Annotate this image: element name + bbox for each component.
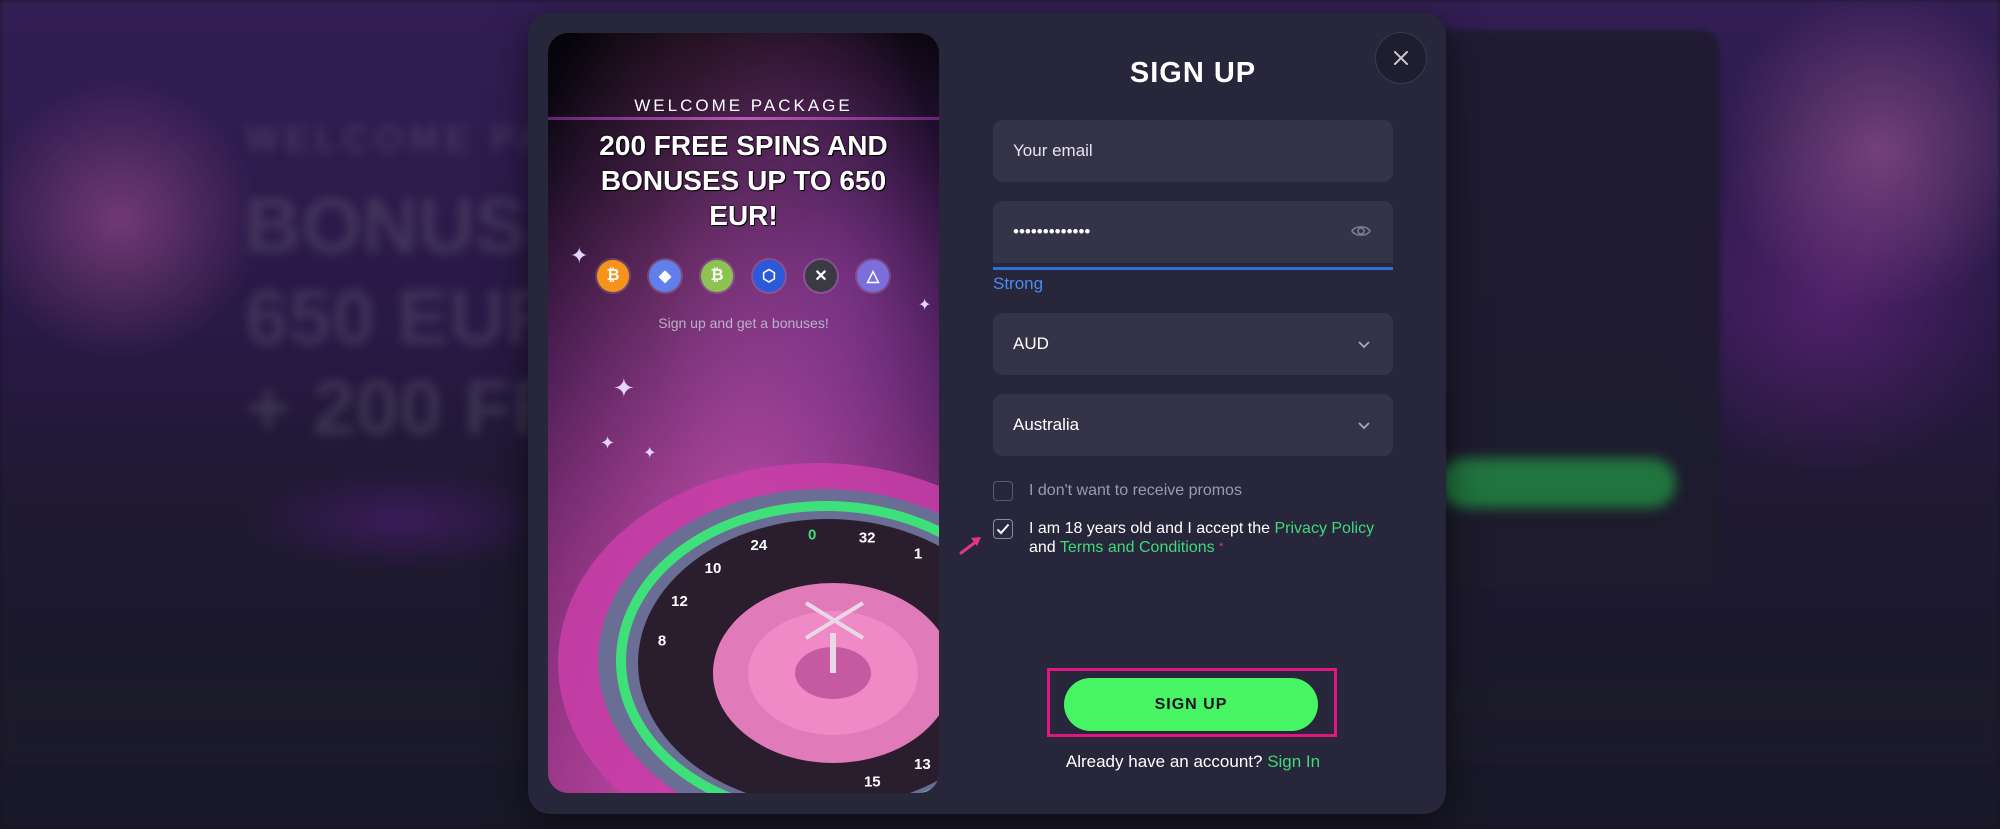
sparkle-icon: ✦ [918,297,932,314]
bitcoin-cash-icon: ₿ [701,260,733,292]
promo-caption: Sign up and get a bonuses! [658,315,829,331]
currency-value: AUD [1013,334,1049,353]
roulette-number: 24 [751,537,768,554]
signin-prompt: Already have an account? Sign In [993,752,1393,772]
email-input[interactable] [1013,141,1373,161]
tron-icon: △ [857,260,889,292]
chainlink-icon: ⬡ [753,260,785,292]
roulette-number: 15 [864,774,881,791]
promo-subtitle: WELCOME PACKAGE [634,96,853,115]
promo-title: 200 FREE SPINS AND BONUSES UP TO 650 EUR… [599,130,888,231]
promos-opt-out-row: I don't want to receive promos [993,481,1393,501]
roulette-wheel-image: 81210240321194212371315 [558,463,939,793]
promo-divider [548,117,939,120]
roulette-number: 32 [859,530,876,547]
age-terms-text-part: and [1029,539,1060,556]
roulette-number: 13 [914,756,931,773]
currency-select[interactable]: AUD [993,313,1393,375]
country-select[interactable]: Australia [993,394,1393,456]
signup-modal: WELCOME PACKAGE 200 FREE SPINS AND BONUS… [528,13,1446,814]
age-terms-checkbox[interactable] [993,519,1013,539]
roulette-number: 12 [671,593,688,610]
eye-icon[interactable] [1351,223,1371,239]
sparkle-icon: ✦ [613,373,635,403]
email-field[interactable] [993,120,1393,182]
crypto-coins-row: ₿ ◆ ₿ ⬡ ✕ △ [597,260,889,294]
bitcoin-icon: ₿ [597,260,629,292]
promos-checkbox[interactable] [993,481,1013,501]
privacy-policy-link[interactable]: Privacy Policy [1274,520,1374,537]
roulette-number: 1 [914,546,922,563]
close-icon [1394,51,1408,65]
roulette-number: 0 [808,527,816,544]
sparkle-icon: ✦ [570,243,589,268]
age-terms-text-part: I am 18 years old and I accept the [1029,520,1275,537]
promos-checkbox-label: I don't want to receive promos [1029,482,1242,499]
roulette-number: 8 [658,632,666,649]
age-terms-text: I am 18 years old and I accept the Priva… [1029,519,1374,557]
chevron-down-icon [1358,422,1370,430]
required-mark: * [1219,541,1224,553]
password-field[interactable]: ••••••••••••• [993,201,1393,263]
terms-conditions-link[interactable]: Terms and Conditions [1060,539,1215,556]
arrow-pointer-icon [959,537,981,555]
country-value: Australia [1013,415,1080,434]
password-strength-label: Strong [993,274,1044,293]
form-title: SIGN UP [1129,57,1257,89]
age-terms-row: I am 18 years old and I accept the Priva… [993,519,1393,557]
chevron-down-icon [1358,341,1370,349]
password-strength-bar [993,267,1393,270]
signin-prompt-text: Already have an account? [1065,752,1268,771]
roulette-number: 10 [705,560,722,577]
check-icon [996,523,1010,535]
password-value[interactable]: ••••••••••••• [1013,222,1090,242]
signin-link[interactable]: Sign In [1267,752,1320,771]
ethereum-icon: ◆ [649,260,681,292]
promo-panel: WELCOME PACKAGE 200 FREE SPINS AND BONUS… [548,33,939,793]
signup-button[interactable]: SIGN UP [1064,678,1318,731]
xrp-icon: ✕ [805,260,837,292]
